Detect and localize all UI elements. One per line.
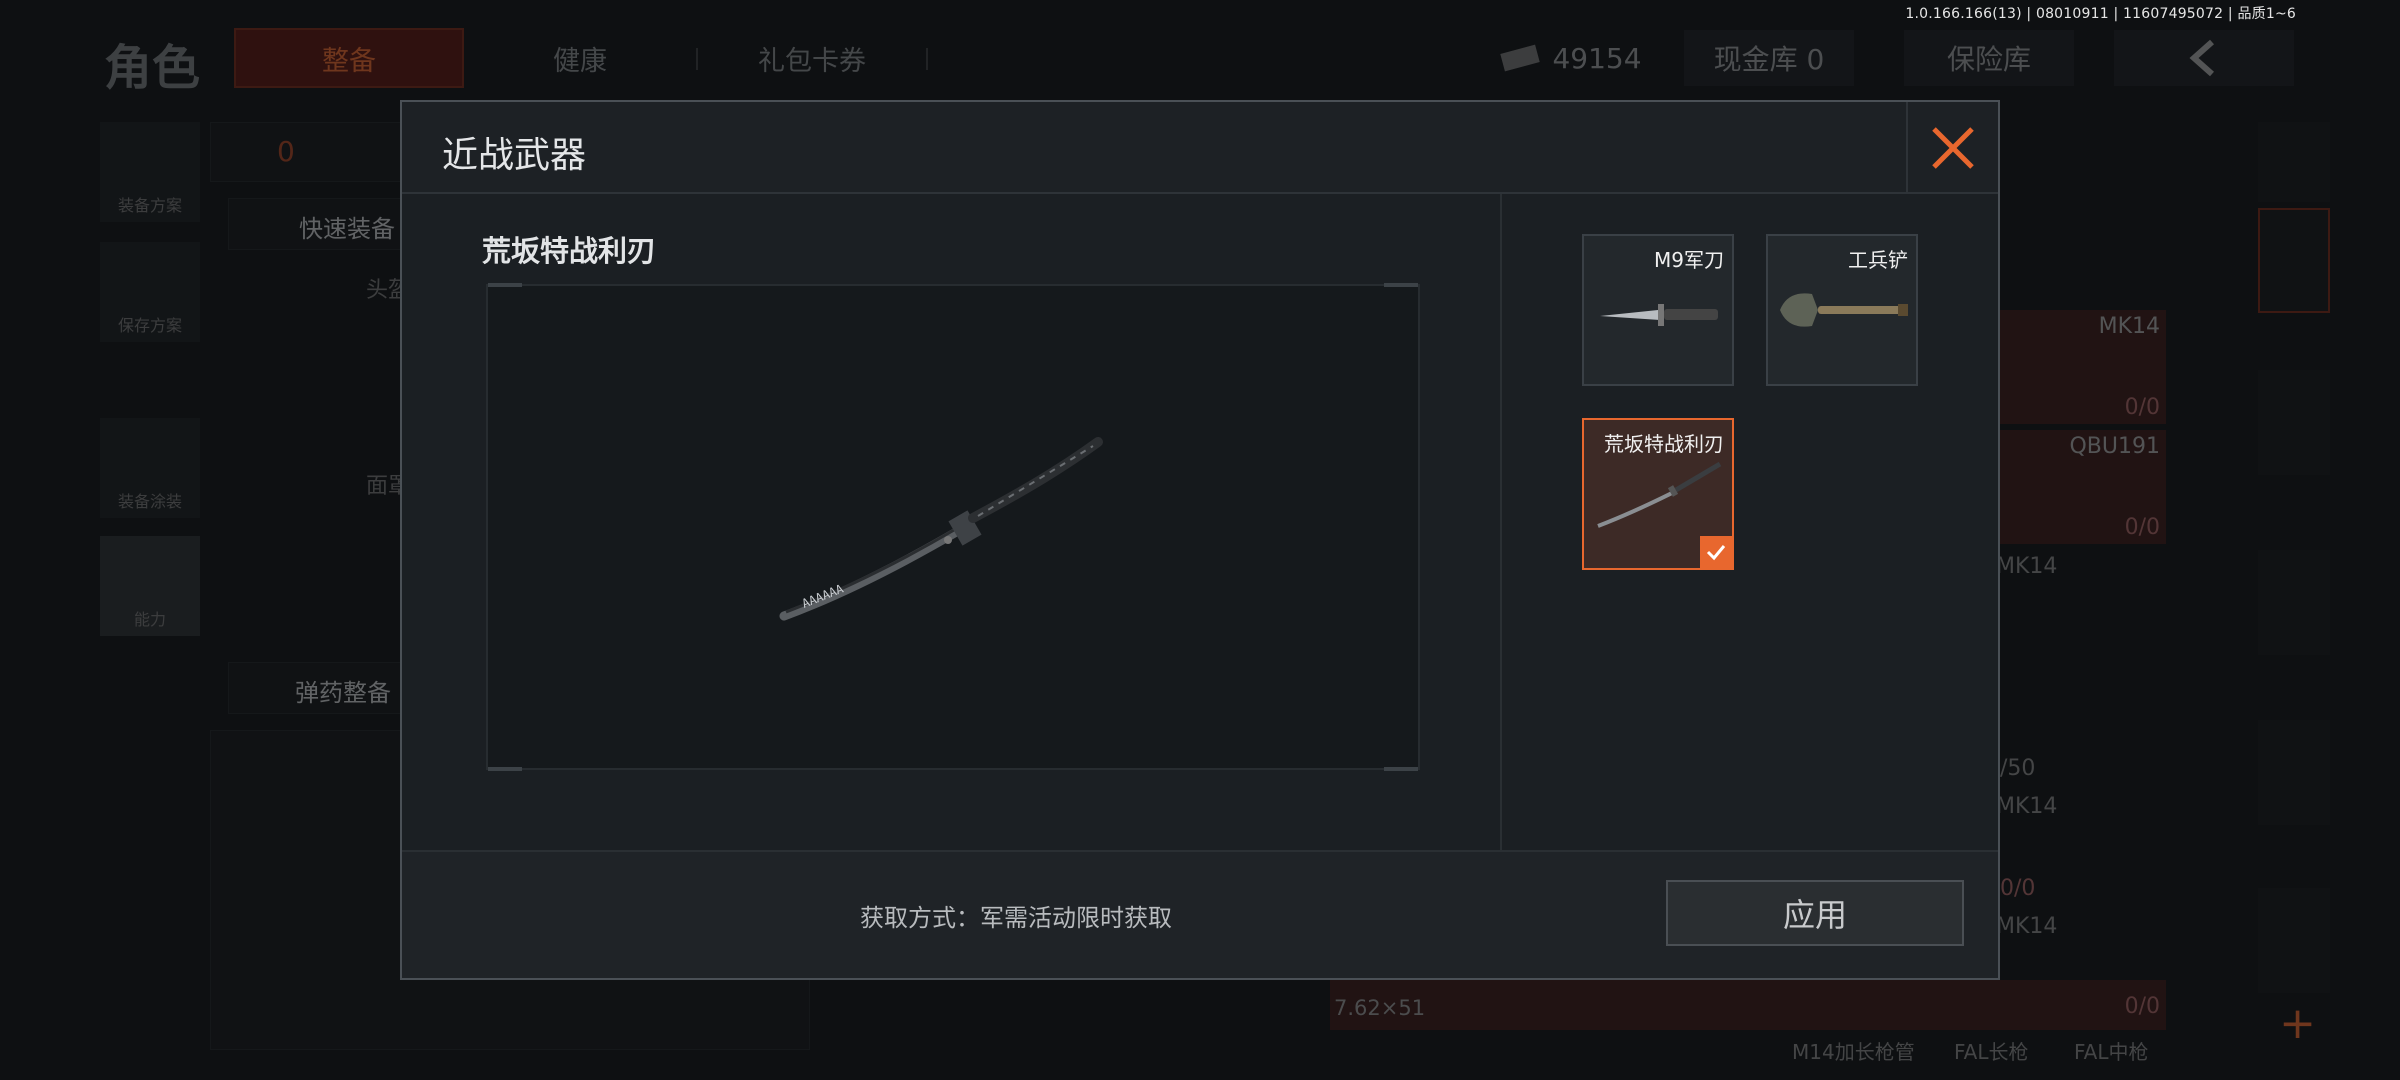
right-slot-active[interactable] (2258, 208, 2330, 313)
sidebar-item-label: 装备涂装 (117, 492, 182, 511)
sidebar-item-label: 能力 (133, 610, 166, 629)
helmet-slot-icon[interactable] (2258, 370, 2330, 475)
close-icon (1932, 127, 1974, 169)
sidebar-item-label: 装备方案 (117, 196, 182, 215)
page-title: 角色 (104, 40, 201, 96)
weapon-card-label: M9军刀 (1654, 248, 1724, 272)
svg-text:AAAAAA: AAAAAA (800, 581, 846, 611)
caliber-label: 7.62×51 (1334, 996, 1426, 1020)
list-item-count: /50 (2000, 756, 2036, 781)
katana-icon: AAAAAA (779, 437, 1103, 621)
tab-divider (696, 48, 698, 70)
modal-header: 近战武器 (402, 102, 1998, 194)
tab-gift-coupons[interactable]: 礼包卡券 (712, 28, 912, 88)
add-icon[interactable]: + (2279, 998, 2316, 1049)
selected-check-icon (1700, 536, 1732, 568)
attachment-label: M14加长枪管 (1792, 1040, 1915, 1064)
rifle-slot-icon[interactable] (2258, 550, 2330, 655)
tab-divider (926, 48, 928, 70)
layers-icon[interactable] (2258, 122, 2330, 202)
sidebar-item-ability[interactable]: 能力 (100, 536, 200, 636)
tab-health[interactable]: 健康 (480, 28, 680, 88)
sidebar-item-skin[interactable]: 装备涂装 (100, 418, 200, 518)
back-button[interactable] (2114, 30, 2294, 86)
safe-button[interactable]: 保险库 (1904, 30, 2074, 86)
preview-title: 荒坂特战利刃 (482, 234, 657, 268)
list-item-name: MK14 (1996, 554, 2058, 579)
weapon-preview: AAAAAA (486, 283, 1420, 771)
weapon-card-m9[interactable]: M9军刀 (1582, 234, 1734, 386)
melee-weapon-modal: 近战武器 荒坂特战利刃 AAAAAA M9军刀 工兵铲 荒坂特战利刃 获取方式：… (400, 100, 2000, 980)
close-button[interactable] (1906, 102, 1998, 194)
frame-corner (1384, 283, 1418, 287)
weapon-card-katana[interactable]: 荒坂特战利刃 (1582, 418, 1734, 570)
quick-equip-button[interactable]: 快速装备 (228, 198, 408, 250)
weapon-card-label: 工兵铲 (1848, 248, 1908, 272)
frame-corner (488, 283, 522, 287)
armor-count: 0 (277, 135, 295, 168)
sidebar-item-loadout[interactable]: 装备方案 (100, 122, 200, 222)
attachment-label: FAL中枪 (2074, 1040, 2149, 1064)
list-item-count: 0/0 (2000, 876, 2036, 901)
cash-icon (1500, 44, 1541, 72)
sidebar-item-save[interactable]: 保存方案 (100, 242, 200, 342)
ammo-slot-icon[interactable] (2258, 888, 2330, 993)
modal-title: 近战武器 (442, 135, 587, 176)
katana-icon (1597, 461, 1722, 528)
currency-display: 49154 (1490, 30, 1650, 86)
armor-count-bar: 0 (210, 122, 410, 182)
apply-button[interactable]: 应用 (1666, 880, 1964, 946)
magazine-slot-icon[interactable] (2258, 720, 2330, 825)
shovel-icon (1780, 293, 1908, 327)
frame-corner (488, 767, 522, 771)
back-arrow-icon (2189, 39, 2214, 77)
tab-equip[interactable]: 整备 (234, 28, 464, 88)
list-item-name: MK14 (1996, 914, 2058, 939)
weapon-card-shovel[interactable]: 工兵铲 (1766, 234, 1918, 386)
attachment-label: FAL长枪 (1954, 1040, 2029, 1064)
version-info: 1.0.166.166(13) | 08010911 | 11607495072… (1905, 6, 2296, 22)
ammo-equip-button[interactable]: 弹药整备 (228, 662, 408, 714)
cash-vault-button[interactable]: 现金库 0 (1684, 30, 1854, 86)
sidebar-item-label: 保存方案 (117, 316, 182, 335)
list-item[interactable]: 0/0 (1330, 980, 2166, 1030)
acquire-method-text: 获取方式：军需活动限时获取 (860, 904, 1172, 932)
weapon-card-label: 荒坂特战利刃 (1604, 432, 1724, 456)
list-item-name: MK14 (1996, 794, 2058, 819)
frame-corner (1384, 767, 1418, 771)
vertical-divider (1500, 194, 1502, 850)
knife-icon (1600, 304, 1718, 326)
currency-value: 49154 (1552, 41, 1642, 75)
